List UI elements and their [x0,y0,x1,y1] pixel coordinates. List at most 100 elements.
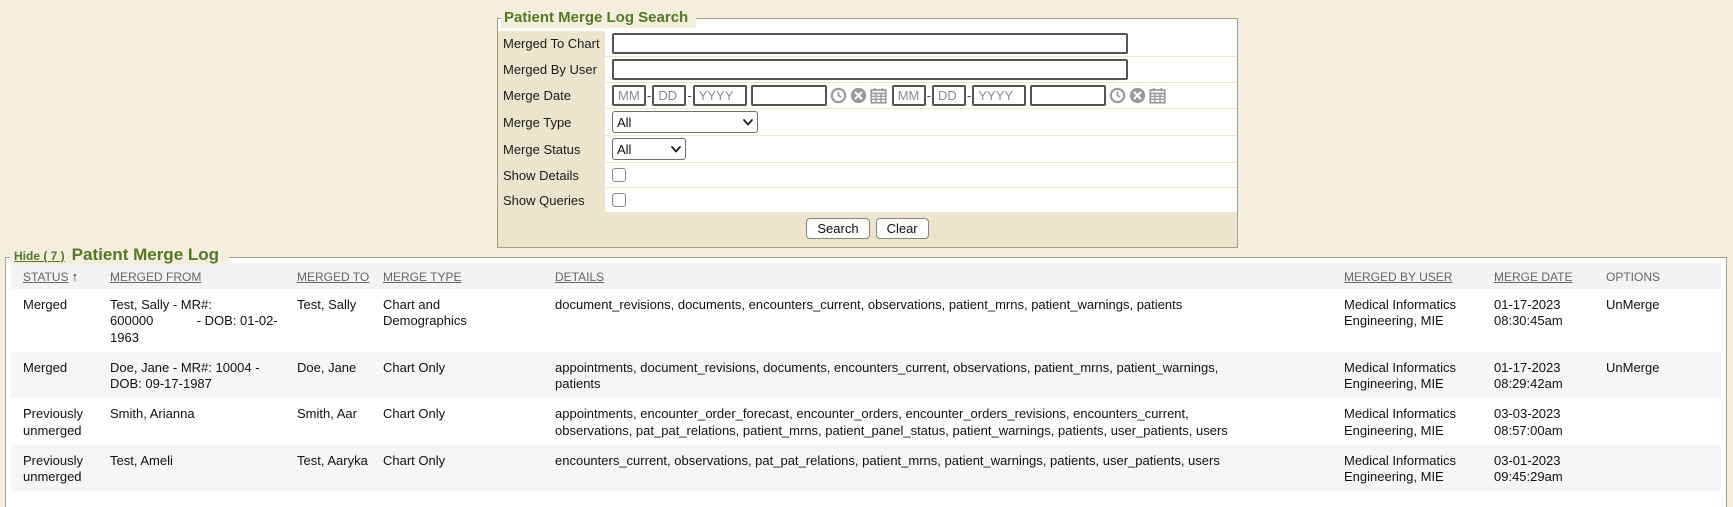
show-details-row: Show Details [498,163,1237,188]
calendar-icon[interactable] [1149,87,1166,104]
unmerge-link[interactable]: UnMerge [1606,297,1659,312]
end-day-input[interactable] [932,85,966,106]
date-separator: - [967,88,971,103]
merge-status-select[interactable]: All [612,138,686,160]
cell-merge_type: Chart and Demographics [383,289,555,352]
merged-by-user-row: Merged By User [498,57,1237,83]
merge-date-label: Merge Date [498,83,608,108]
end-time-input[interactable] [1030,85,1106,106]
cell-merged_to: Smith, Aar [297,398,383,445]
log-table-header: STATUS↑MERGED FROMMERGED TOMERGE TYPEDET… [11,263,1721,289]
column-header-merged_from[interactable]: MERGED FROM [110,264,297,289]
show-queries-checkbox[interactable] [612,193,626,207]
column-header-label: STATUS [23,270,69,284]
merged-by-user-input[interactable] [612,59,1128,80]
cell-options: UnMerge [1606,289,1721,352]
start-month-input[interactable] [612,85,646,106]
column-header-merge_date[interactable]: MERGE DATE [1494,264,1606,289]
clear-button[interactable]: Clear [876,218,929,239]
show-details-checkbox[interactable] [612,168,626,182]
start-day-input[interactable] [652,85,686,106]
date-separator: - [647,88,651,103]
column-header-label: MERGED BY USER [1344,270,1452,284]
merge-type-row: Merge Type All [498,109,1237,136]
merge-log-legend: Hide ( 7 ) Patient Merge Log [10,245,229,265]
column-header-label: DETAILS [555,270,604,284]
cell-merged_to: Doe, Jane [297,352,383,399]
end-month-input[interactable] [892,85,926,106]
merged-by-user-label: Merged By User [498,57,608,82]
cell-merged_by_user: Medical Informatics Engineering, MIE [1344,352,1494,399]
cell-details: appointments, document_revisions, docume… [555,352,1344,399]
cell-status: Merged [11,289,110,352]
log-table-body: MergedTest, Sally - MR#: 600000 - DOB: 0… [11,289,1721,491]
clock-icon[interactable] [1109,87,1126,104]
column-header-details[interactable]: DETAILS [555,264,1344,289]
cell-merged_from: Doe, Jane - MR#: 10004 - DOB: 09-17-1987 [110,352,297,399]
cell-merged_by_user: Medical Informatics Engineering, MIE [1344,445,1494,492]
cell-merged_by_user: Medical Informatics Engineering, MIE [1344,398,1494,445]
show-queries-row: Show Queries [498,188,1237,213]
cell-details: document_revisions, documents, encounter… [555,289,1344,352]
cell-merged_from: Test, Sally - MR#: 600000 - DOB: 01-02- … [110,289,297,352]
cell-details: encounters_current, observations, pat_pa… [555,445,1344,492]
merge-log-table: STATUS↑MERGED FROMMERGED TOMERGE TYPEDET… [11,263,1721,491]
cell-merged_by_user: Medical Informatics Engineering, MIE [1344,289,1494,352]
merge-date-end-group: - - [892,85,1167,106]
cell-merged_to: Test, Sally [297,289,383,352]
date-separator: - [927,88,931,103]
cell-merge_date: 03-01-2023 09:45:29am [1494,445,1606,492]
merge-type-select[interactable]: All [612,111,758,133]
date-separator: - [687,88,691,103]
cell-options: UnMerge [1606,352,1721,399]
show-queries-label: Show Queries [498,188,608,212]
column-header-status[interactable]: STATUS↑ [11,263,110,289]
search-panel-title: Patient Merge Log Search [501,8,696,28]
cell-options [1606,445,1721,492]
clock-icon[interactable] [830,87,847,104]
cell-merged_from: Test, Ameli [110,445,297,492]
search-form: Merged To Chart Merged By User Merge Dat… [498,19,1237,247]
cell-details: appointments, encounter_order_forecast, … [555,398,1344,445]
merge-status-label: Merge Status [498,136,608,162]
column-header-merged_by_user[interactable]: MERGED BY USER [1344,264,1494,289]
merge-status-row: Merge Status All [498,136,1237,163]
merge-date-row: Merge Date - - [498,83,1237,109]
cell-merged_from: Smith, Arianna [110,398,297,445]
column-header-label: MERGE TYPE [383,270,461,284]
calendar-icon[interactable] [870,87,887,104]
search-button[interactable]: Search [806,218,869,239]
merged-to-chart-row: Merged To Chart [498,31,1237,57]
table-row: Previously unmergedSmith, AriannaSmith, … [11,398,1721,445]
merge-log-panel: Hide ( 7 ) Patient Merge Log STATUS↑MERG… [5,257,1727,507]
cell-merge_date: 01-17-2023 08:29:42am [1494,352,1606,399]
hide-link[interactable]: Hide ( 7 ) [14,249,65,263]
merge-log-title: Patient Merge Log [72,245,219,265]
column-header-label: MERGED FROM [110,270,201,284]
cell-merge_type: Chart Only [383,352,555,399]
start-time-input[interactable] [751,85,827,106]
x-circle-icon[interactable] [1129,87,1146,104]
end-year-input[interactable] [972,85,1026,106]
form-buttons-row: Search Clear [498,213,1237,247]
cell-status: Merged [11,352,110,399]
merge-type-label: Merge Type [498,109,608,135]
column-header-label: MERGED TO [297,270,369,284]
column-header-merge_type[interactable]: MERGE TYPE [383,264,555,289]
merge-log-search-panel: Patient Merge Log Search Merged To Chart… [497,18,1238,248]
table-row: Previously unmergedTest, AmeliTest, Aary… [11,445,1721,492]
merge-date-start-group: - - [612,85,887,106]
cell-options [1606,398,1721,445]
cell-merged_to: Test, Aaryka [297,445,383,492]
column-header-merged_to[interactable]: MERGED TO [297,264,383,289]
column-header-label: MERGE DATE [1494,270,1572,284]
merged-to-chart-input[interactable] [612,33,1128,54]
start-year-input[interactable] [693,85,747,106]
sort-ascending-icon: ↑ [72,269,79,284]
merged-to-chart-label: Merged To Chart [498,31,608,56]
unmerge-link[interactable]: UnMerge [1606,360,1659,375]
table-row: MergedDoe, Jane - MR#: 10004 - DOB: 09-1… [11,352,1721,399]
show-details-label: Show Details [498,163,608,187]
x-circle-icon[interactable] [850,87,867,104]
cell-status: Previously unmerged [11,398,110,445]
